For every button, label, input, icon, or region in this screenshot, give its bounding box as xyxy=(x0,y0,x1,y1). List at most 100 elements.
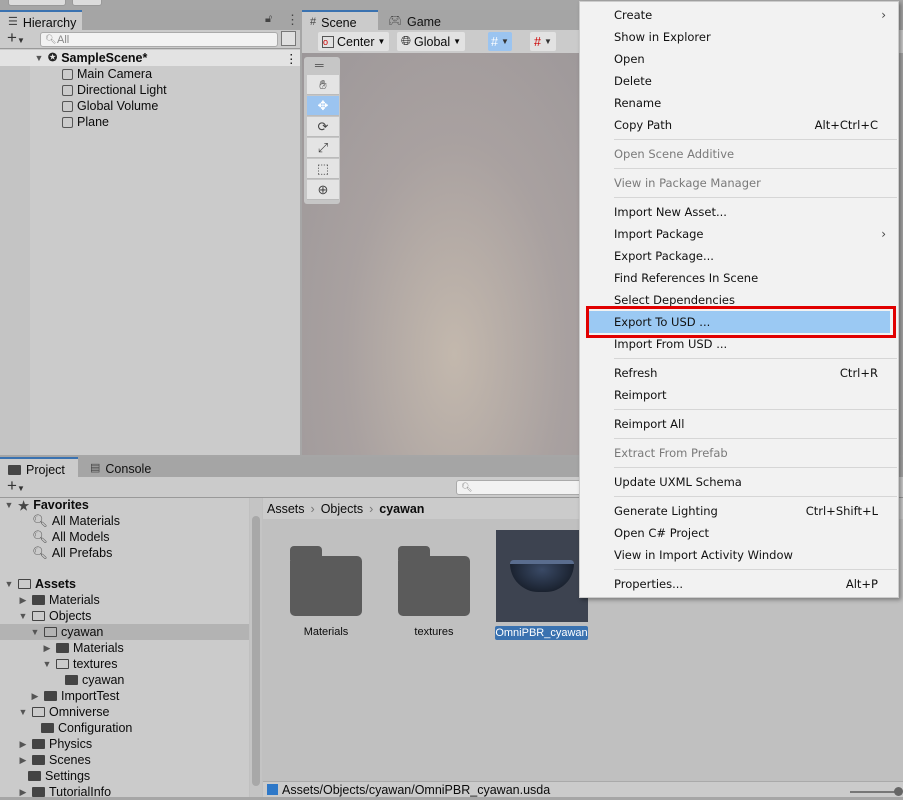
favorites-header[interactable]: ▼ ★ Favorites xyxy=(4,497,89,513)
menu-item-properties[interactable]: Properties... Alt+P xyxy=(580,573,898,595)
more-icon[interactable]: ⋮ xyxy=(286,13,299,26)
menu-item-export-package[interactable]: Export Package... xyxy=(580,245,898,267)
menu-item-reimport-all[interactable]: Reimport All xyxy=(580,413,898,435)
rotate-tool[interactable]: ⟳ xyxy=(307,117,339,137)
menu-item-find-references-in-scene[interactable]: Find References In Scene xyxy=(580,267,898,289)
tree-item[interactable]: Settings xyxy=(28,768,90,784)
tab-console[interactable]: ▤ Console xyxy=(82,457,159,477)
menu-item-create[interactable]: Create › xyxy=(580,4,898,26)
tree-item[interactable]: ▶ ImportTest xyxy=(30,688,120,704)
hierarchy-item[interactable]: Global Volume xyxy=(62,98,158,114)
hierarchy-search-input[interactable]: 🔍︎ All xyxy=(40,32,278,47)
menu-item-label: Open C# Project xyxy=(614,526,710,540)
expand-arrow-icon[interactable]: ▼ xyxy=(4,500,14,510)
expand-arrow-icon[interactable]: ▶ xyxy=(18,755,28,766)
asset-label[interactable]: textures xyxy=(394,626,474,638)
menu-item-update-uxml-schema[interactable]: Update UXML Schema xyxy=(580,471,898,493)
tree-item[interactable]: ▶ Materials xyxy=(42,640,124,656)
expand-arrow-icon[interactable]: ▼ xyxy=(42,659,52,669)
tab-hierarchy[interactable]: ☰ Hierarchy xyxy=(0,10,82,30)
menu-separator xyxy=(614,496,897,497)
menu-item-refresh[interactable]: Refresh Ctrl+R xyxy=(580,362,898,384)
menu-item-view-in-import-activity-window[interactable]: View in Import Activity Window xyxy=(580,544,898,566)
menu-item-rename[interactable]: Rename xyxy=(580,92,898,114)
menu-item-export-to-usd[interactable]: Export To USD ... xyxy=(586,306,896,338)
pivot-dropdown[interactable]: o Center ▼ xyxy=(318,32,390,51)
asset-label[interactable]: Materials xyxy=(286,626,366,638)
space-dropdown[interactable]: 🌐︎ Global ▼ xyxy=(397,32,466,51)
move-tool[interactable]: ✥ xyxy=(307,96,339,116)
scale-tool[interactable]: ⤢ xyxy=(307,138,339,158)
favorite-item[interactable]: 🔍︎ All Prefabs xyxy=(32,545,112,561)
zoom-slider[interactable] xyxy=(850,787,903,796)
menu-item-show-in-explorer[interactable]: Show in Explorer xyxy=(580,26,898,48)
tree-item[interactable]: ▼ Omniverse xyxy=(18,704,110,720)
menu-item-label: View in Import Activity Window xyxy=(614,548,793,562)
menu-item-import-package[interactable]: Import Package › xyxy=(580,223,898,245)
menu-item-import-from-usd[interactable]: Import From USD ... xyxy=(580,333,898,355)
menu-item-import-new-asset[interactable]: Import New Asset... xyxy=(580,201,898,223)
asset-label-selected[interactable]: OmniPBR_cyawan xyxy=(495,626,588,640)
lock-icon[interactable]: 🔓︎ xyxy=(265,14,272,25)
tree-item-selected[interactable]: ▼ cyawan xyxy=(30,624,104,640)
tab-project[interactable]: Project xyxy=(0,457,78,477)
breadcrumb-item[interactable]: cyawan xyxy=(379,502,424,516)
toolbar-button[interactable] xyxy=(8,0,66,6)
folder-icon[interactable] xyxy=(290,546,362,616)
expand-arrow-icon[interactable]: ▼ xyxy=(18,611,28,621)
increment-snap-button[interactable]: # ▼ xyxy=(530,32,556,51)
tree-item[interactable]: cyawan xyxy=(65,672,124,688)
add-icon[interactable]: +▼ xyxy=(7,28,25,48)
folder-icon xyxy=(32,595,45,605)
gameobject-icon xyxy=(62,100,73,112)
tree-item[interactable]: ▶ TutorialInfo xyxy=(18,784,112,800)
menu-item-reimport[interactable]: Reimport xyxy=(580,384,898,406)
tab-game[interactable]: 🎮︎ Game xyxy=(380,10,449,30)
expand-arrow-icon[interactable]: ▶ xyxy=(42,643,52,654)
expand-arrow-icon[interactable]: ▶ xyxy=(18,787,28,798)
folder-open-icon xyxy=(32,707,45,717)
expand-arrow-icon[interactable]: ▶ xyxy=(18,595,28,606)
tree-item[interactable]: ▶ Materials xyxy=(18,592,100,608)
menu-item-open-c-project[interactable]: Open C# Project xyxy=(580,522,898,544)
tree-item[interactable]: ▼ Objects xyxy=(18,608,92,624)
scene-row[interactable]: ▼ ✪ SampleScene* ⋮ xyxy=(0,50,300,66)
tree-item[interactable]: ▶ Scenes xyxy=(18,752,91,768)
favorite-item[interactable]: 🔍︎ All Models xyxy=(32,529,110,545)
scene-search-icon[interactable] xyxy=(281,31,296,46)
expand-arrow-icon[interactable]: ▼ xyxy=(4,579,14,589)
tree-item[interactable]: ▼ Assets xyxy=(4,576,76,592)
scene-viewport[interactable] xyxy=(302,53,579,455)
hand-tool[interactable]: ✋︎ xyxy=(307,75,339,95)
rect-tool[interactable]: ⬚ xyxy=(307,159,339,179)
expand-arrow-icon[interactable]: ▶ xyxy=(30,691,40,702)
transform-tool[interactable]: ⊕ xyxy=(307,180,339,200)
expand-arrow-icon[interactable]: ▼ xyxy=(18,707,28,717)
more-icon[interactable]: ⋮ xyxy=(285,51,298,66)
breadcrumb-item[interactable]: Objects xyxy=(321,502,363,516)
tree-scrollbar[interactable] xyxy=(250,498,262,797)
expand-arrow-icon[interactable]: ▼ xyxy=(30,627,40,637)
favorite-item[interactable]: 🔍︎ All Materials xyxy=(32,513,120,529)
hierarchy-item[interactable]: Main Camera xyxy=(62,66,152,82)
tree-item[interactable]: ▼ textures xyxy=(42,656,118,672)
tree-item[interactable]: Configuration xyxy=(41,720,132,736)
bowl-thumbnail[interactable] xyxy=(496,530,588,622)
project-search-input[interactable]: 🔍︎ xyxy=(456,480,586,495)
menu-item-copy-path[interactable]: Copy Path Alt+Ctrl+C xyxy=(580,114,898,136)
grid-snap-button[interactable]: # ▼ xyxy=(488,32,512,51)
folder-icon[interactable] xyxy=(398,546,470,616)
tab-scene[interactable]: # Scene xyxy=(302,10,378,30)
tree-item[interactable]: ▶ Physics xyxy=(18,736,93,752)
drag-handle-icon[interactable]: ═ xyxy=(315,58,324,72)
menu-item-open[interactable]: Open xyxy=(580,48,898,70)
hierarchy-item[interactable]: Directional Light xyxy=(62,82,167,98)
expand-arrow-icon[interactable]: ▼ xyxy=(34,53,44,63)
menu-item-delete[interactable]: Delete xyxy=(580,70,898,92)
add-icon[interactable]: +▼ xyxy=(7,476,25,496)
menu-item-generate-lighting[interactable]: Generate Lighting Ctrl+Shift+L xyxy=(580,500,898,522)
expand-arrow-icon[interactable]: ▶ xyxy=(18,739,28,750)
hierarchy-item[interactable]: Plane xyxy=(62,114,109,130)
breadcrumb-item[interactable]: Assets xyxy=(267,502,305,516)
toolbar-button[interactable] xyxy=(72,0,102,6)
